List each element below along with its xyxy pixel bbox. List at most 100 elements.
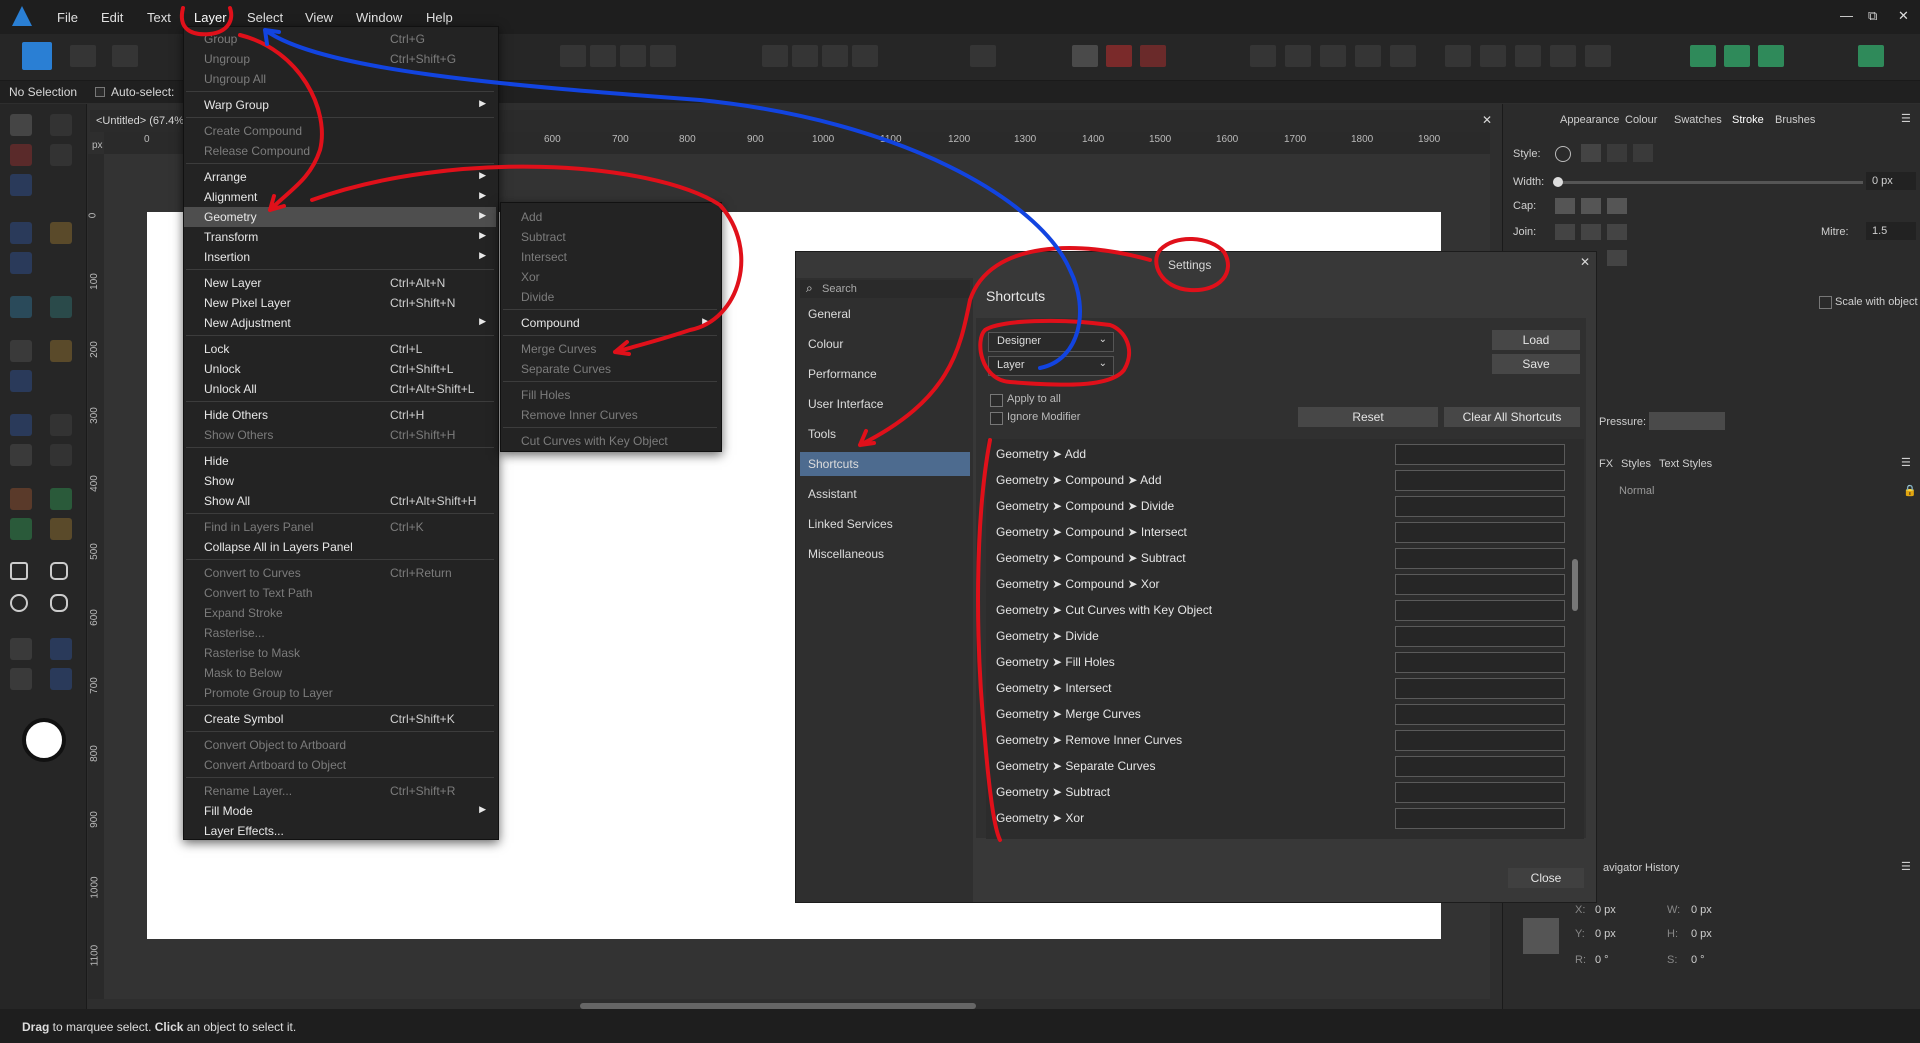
layer-menu-item-ungroup[interactable]: Ungroup Ctrl+Shift+G bbox=[184, 49, 496, 69]
layer-menu-item-create-compound[interactable]: Create Compound bbox=[184, 121, 496, 141]
table-tool-icon[interactable] bbox=[10, 518, 32, 540]
apply-to-all-checkbox[interactable] bbox=[990, 394, 1003, 407]
boolean-subtract-icon[interactable] bbox=[1724, 45, 1750, 67]
menu-edit[interactable]: Edit bbox=[101, 10, 123, 25]
toolbar-button[interactable] bbox=[792, 45, 818, 67]
move-tool-icon[interactable] bbox=[10, 114, 32, 136]
arrowhead-icon[interactable] bbox=[1607, 250, 1627, 266]
join-round-icon[interactable] bbox=[1555, 224, 1575, 240]
layer-menu-item-lock[interactable]: Lock Ctrl+L bbox=[184, 339, 496, 359]
tab-history[interactable]: History bbox=[1645, 862, 1679, 874]
designer-persona-icon[interactable] bbox=[22, 42, 52, 70]
auto-select-checkbox[interactable] bbox=[95, 87, 105, 97]
toolbar-button[interactable] bbox=[1550, 45, 1576, 67]
user-profile-icon[interactable] bbox=[1858, 45, 1884, 67]
layer-menu-item-convert-to-curves[interactable]: Convert to Curves Ctrl+Return bbox=[184, 563, 496, 583]
layer-menu-item-promote-group-to-layer[interactable]: Promote Group to Layer bbox=[184, 683, 496, 703]
close-document-icon[interactable]: ✕ bbox=[1482, 113, 1492, 127]
stroke-dashed-icon[interactable] bbox=[1607, 144, 1627, 162]
layer-menu-item-warp-group[interactable]: Warp Group ▶ bbox=[184, 95, 496, 115]
layer-menu-item-create-symbol[interactable]: Create Symbol Ctrl+Shift+K bbox=[184, 709, 496, 729]
category-dropdown[interactable]: Layer ⌄ bbox=[988, 356, 1114, 376]
width-input[interactable]: 0 px bbox=[1866, 172, 1916, 190]
geometry-menu-item-remove-inner-curves[interactable]: Remove Inner Curves bbox=[501, 405, 719, 425]
dialog-close-icon[interactable]: ✕ bbox=[1580, 255, 1590, 269]
tab-swatches[interactable]: Swatches bbox=[1674, 114, 1722, 126]
eraser-tool-icon[interactable] bbox=[10, 414, 32, 436]
tab-appearance[interactable]: Appearance bbox=[1560, 114, 1619, 126]
load-button[interactable]: Load bbox=[1492, 330, 1580, 350]
tab-colour[interactable]: Colour bbox=[1625, 114, 1657, 126]
tab-text-styles[interactable]: Text Styles bbox=[1659, 458, 1712, 470]
geometry-menu-item-fill-holes[interactable]: Fill Holes bbox=[501, 385, 719, 405]
tab-styles[interactable]: Styles bbox=[1621, 458, 1651, 470]
minimize-button[interactable]: — bbox=[1840, 8, 1853, 23]
app-logo-icon[interactable] bbox=[12, 6, 32, 26]
layer-menu-item-convert-artboard-to-object[interactable]: Convert Artboard to Object bbox=[184, 755, 496, 775]
menu-layer[interactable]: Layer bbox=[194, 10, 227, 25]
sidebar-item-colour[interactable]: Colour bbox=[800, 332, 970, 356]
close-window-button[interactable]: ✕ bbox=[1898, 8, 1909, 24]
transparency-tool-icon[interactable] bbox=[50, 444, 72, 466]
toolbar-button[interactable] bbox=[1515, 45, 1541, 67]
cap-square-icon[interactable] bbox=[1607, 198, 1627, 214]
fill-tool-icon[interactable] bbox=[50, 222, 72, 244]
tab-brushes[interactable]: Brushes bbox=[1775, 114, 1815, 126]
sidebar-item-tools[interactable]: Tools bbox=[800, 422, 970, 446]
layer-menu-item-arrange[interactable]: Arrange ▶ bbox=[184, 167, 496, 187]
toolbar-button[interactable] bbox=[1320, 45, 1346, 67]
layer-menu-item-convert-object-to-artboard[interactable]: Convert Object to Artboard bbox=[184, 735, 496, 755]
geometry-menu-item-intersect[interactable]: Intersect bbox=[501, 247, 719, 267]
s-value[interactable]: 0 ° bbox=[1691, 954, 1705, 966]
shortcut-input[interactable] bbox=[1395, 678, 1565, 699]
shortcut-input[interactable] bbox=[1395, 470, 1565, 491]
sidebar-item-performance[interactable]: Performance bbox=[800, 362, 970, 386]
rectangle-tool-icon[interactable] bbox=[10, 562, 28, 580]
layer-menu-item-ungroup-all[interactable]: Ungroup All bbox=[184, 69, 496, 89]
measure-tool-icon[interactable] bbox=[50, 518, 72, 540]
layer-menu-item-collapse-all-in-layers-panel[interactable]: Collapse All in Layers Panel bbox=[184, 537, 496, 557]
layer-menu-item-new-adjustment[interactable]: New Adjustment ▶ bbox=[184, 313, 496, 333]
geometry-menu-item-divide[interactable]: Divide bbox=[501, 287, 719, 307]
shortcut-input[interactable] bbox=[1395, 496, 1565, 517]
sidebar-item-general[interactable]: General bbox=[800, 302, 970, 326]
shortcut-input[interactable] bbox=[1395, 626, 1565, 647]
geometry-menu-item-separate-curves[interactable]: Separate Curves bbox=[501, 359, 719, 379]
panel-menu-icon[interactable]: ☰ bbox=[1901, 860, 1911, 873]
tab-stroke[interactable]: Stroke bbox=[1732, 114, 1764, 126]
slice-tool-icon[interactable] bbox=[10, 444, 32, 466]
layer-menu-item-new-layer[interactable]: New Layer Ctrl+Alt+N bbox=[184, 273, 496, 293]
menu-text[interactable]: Text bbox=[147, 10, 171, 25]
polygon-tool-icon[interactable] bbox=[50, 594, 68, 612]
toolbar-button[interactable] bbox=[1285, 45, 1311, 67]
color-picker-tool-icon[interactable] bbox=[10, 638, 32, 660]
app-dropdown[interactable]: Designer ⌄ bbox=[988, 332, 1114, 352]
layer-menu-item-insertion[interactable]: Insertion ▶ bbox=[184, 247, 496, 267]
join-mitre-icon[interactable] bbox=[1607, 224, 1627, 240]
zoom-tool-icon[interactable] bbox=[50, 668, 72, 690]
frame-text-tool-icon[interactable] bbox=[10, 252, 32, 274]
menu-select[interactable]: Select bbox=[247, 10, 283, 25]
join-bevel-icon[interactable] bbox=[1581, 224, 1601, 240]
geometry-menu-item-merge-curves[interactable]: Merge Curves bbox=[501, 339, 719, 359]
layer-menu-item-rasterise[interactable]: Rasterise... bbox=[184, 623, 496, 643]
tab-navigator[interactable]: avigator bbox=[1603, 862, 1642, 874]
ignore-modifier-checkbox[interactable] bbox=[990, 412, 1003, 425]
toolbar-button[interactable] bbox=[762, 45, 788, 67]
layer-menu-item-unlock-all[interactable]: Unlock All Ctrl+Alt+Shift+L bbox=[184, 379, 496, 399]
node-tool-icon[interactable] bbox=[50, 114, 72, 136]
toolbar-button[interactable] bbox=[650, 45, 676, 67]
transform-anchor-icon[interactable] bbox=[1523, 918, 1559, 954]
fill-stroke-swatch-icon[interactable] bbox=[22, 718, 66, 762]
r-value[interactable]: 0 ° bbox=[1595, 954, 1609, 966]
shortcut-input[interactable] bbox=[1395, 548, 1565, 569]
layer-menu-item-group[interactable]: Group Ctrl+G bbox=[184, 29, 496, 49]
pencil-yellow-tool-icon[interactable] bbox=[50, 340, 72, 362]
width-slider-handle[interactable] bbox=[1553, 177, 1563, 187]
sidebar-item-miscellaneous[interactable]: Miscellaneous bbox=[800, 542, 970, 566]
toolbar-button[interactable] bbox=[822, 45, 848, 67]
layer-menu-item-rename-layer[interactable]: Rename Layer... Ctrl+Shift+R bbox=[184, 781, 496, 801]
sidebar-item-user-interface[interactable]: User Interface bbox=[800, 392, 970, 416]
layer-menu-item-alignment[interactable]: Alignment ▶ bbox=[184, 187, 496, 207]
toolbar-button[interactable] bbox=[620, 45, 646, 67]
